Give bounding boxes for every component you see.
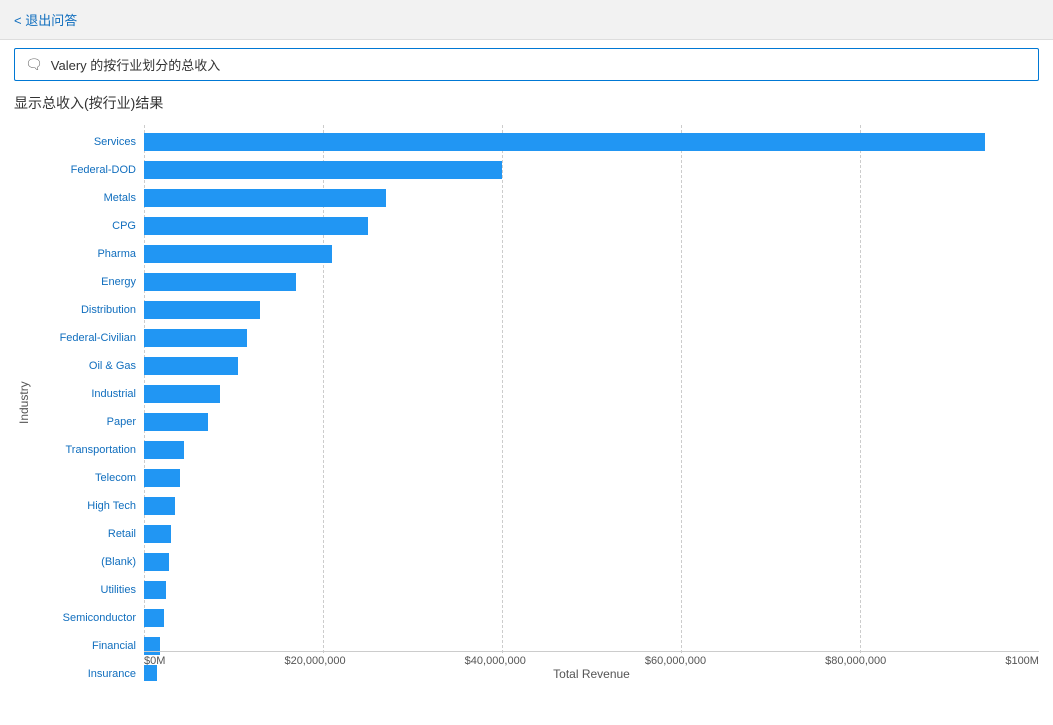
bar-label: CPG [34,220,144,232]
bar-track [144,497,1039,515]
bar-row: Semiconductor [34,605,1039,631]
bar-row: Federal-DOD [34,157,1039,183]
bar-label: Distribution [34,304,144,316]
bar-fill [144,441,184,459]
bar-fill [144,301,260,319]
bar-track [144,441,1039,459]
bar-row: Paper [34,409,1039,435]
bar-row: Services [34,129,1039,155]
bar-fill [144,581,166,599]
bar-fill [144,189,386,207]
bar-track [144,609,1039,627]
bar-row: High Tech [34,493,1039,519]
bar-track [144,189,1039,207]
bar-track [144,161,1039,179]
bar-row: Transportation [34,437,1039,463]
bar-fill [144,161,502,179]
x-axis-tick: $100M [1005,655,1039,667]
bar-track [144,133,1039,151]
bar-row: CPG [34,213,1039,239]
bar-label: (Blank) [34,556,144,568]
x-axis-title: Total Revenue [144,667,1039,681]
bar-fill [144,217,368,235]
x-axis: $0M $20,000,000 $40,000,000 $60,000,000 $80,… [144,651,1039,667]
bar-track [144,581,1039,599]
bar-fill [144,133,985,151]
bar-label: Federal-Civilian [34,332,144,344]
y-axis-label: Industry [14,125,34,681]
result-title: 显示总收入(按行业)结果 [0,89,1053,121]
bar-row: Metals [34,185,1039,211]
bar-row: Distribution [34,297,1039,323]
bar-label: Transportation [34,444,144,456]
bar-fill [144,497,175,515]
bar-fill [144,329,247,347]
bar-row: Industrial [34,381,1039,407]
bar-row: Retail [34,521,1039,547]
bar-row: (Blank) [34,549,1039,575]
bar-track [144,469,1039,487]
bar-track [144,301,1039,319]
bar-track [144,217,1039,235]
bar-label: Energy [34,276,144,288]
bar-label: Retail [34,528,144,540]
back-button[interactable]: < 退出问答 [14,10,77,29]
bar-row: Telecom [34,465,1039,491]
bar-row: Oil & Gas [34,353,1039,379]
bar-label: Industrial [34,388,144,400]
bar-fill [144,609,164,627]
bar-label: Pharma [34,248,144,260]
bar-label: Financial [34,640,144,652]
bar-label: Semiconductor [34,612,144,624]
chat-icon: 🗨 [25,56,43,73]
bar-label: Paper [34,416,144,428]
bar-row: Pharma [34,241,1039,267]
bar-fill [144,525,171,543]
bar-label: Services [34,136,144,148]
bar-track [144,357,1039,375]
x-axis-tick: $0M [144,655,165,667]
bar-label: Federal-DOD [34,164,144,176]
x-axis-tick: $40,000,000 [465,655,526,667]
chart-area: Industry Services Federal-DOD Metals CPG Pha… [14,121,1039,721]
bar-fill [144,357,238,375]
bar-fill [144,413,208,431]
bar-row: Energy [34,269,1039,295]
bar-track [144,273,1039,291]
bar-row: Federal-Civilian [34,325,1039,351]
bar-fill [144,245,332,263]
bars-container: Services Federal-DOD Metals CPG Pharma Energy… [34,125,1039,681]
bar-track [144,553,1039,571]
bar-row: Utilities [34,577,1039,603]
search-bar[interactable]: 🗨 Valery 的按行业划分的总收入 [14,48,1039,81]
chart-main: Services Federal-DOD Metals CPG Pharma Energy… [34,125,1039,681]
bar-fill [144,469,180,487]
bars-wrapper: Services Federal-DOD Metals CPG Pharma Energy… [34,125,1039,681]
bar-track [144,245,1039,263]
x-axis-tick: $20,000,000 [284,655,345,667]
bar-fill [144,273,296,291]
bar-label: Utilities [34,584,144,596]
bar-label: Oil & Gas [34,360,144,372]
bar-label: High Tech [34,500,144,512]
bar-label: Metals [34,192,144,204]
bar-track [144,413,1039,431]
x-axis-tick: $80,000,000 [825,655,886,667]
bar-label: Telecom [34,472,144,484]
top-bar: < 退出问答 [0,0,1053,40]
bar-fill [144,385,220,403]
bar-label: Insurance [34,668,144,680]
x-axis-tick: $60,000,000 [645,655,706,667]
bar-track [144,525,1039,543]
bar-track [144,385,1039,403]
search-text: Valery 的按行业划分的总收入 [51,55,221,74]
bar-track [144,329,1039,347]
bar-fill [144,553,169,571]
